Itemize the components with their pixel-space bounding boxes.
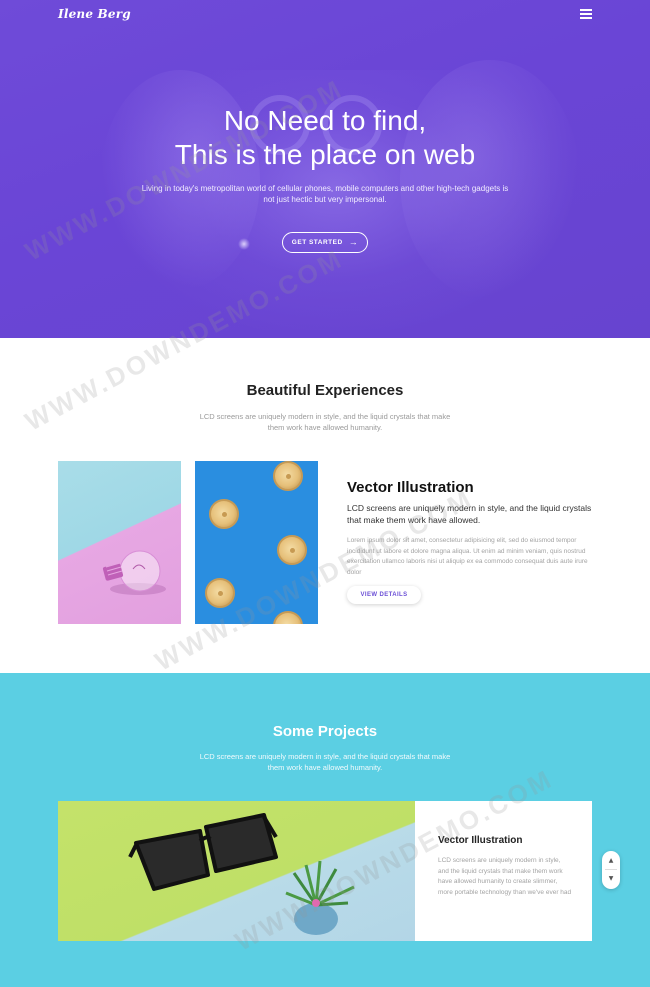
experiences-title: Beautiful Experiences (246, 382, 404, 399)
view-details-button[interactable]: VIEW DETAILS (347, 586, 421, 604)
feature-lead: LCD screens are uniquely modern in style… (347, 503, 592, 525)
chevron-down-icon[interactable]: ▼ (609, 876, 614, 882)
hero-subtitle: Living in today's metropolitan world of … (141, 184, 509, 204)
sunglasses-plant-image (58, 801, 415, 941)
hero-photo-hand-right (400, 60, 580, 300)
projects-description: LCD screens are uniquely modern in style… (199, 752, 451, 772)
arrow-right-icon: → (348, 237, 359, 247)
experiences-description: LCD screens are uniquely modern in style… (199, 412, 451, 432)
banana-slice (273, 461, 303, 491)
project-title: Vector Illustration (438, 835, 523, 846)
banana-slice (273, 611, 303, 624)
hero-photo-hand-left (100, 70, 260, 290)
feature-title: Vector Illustration (347, 479, 474, 496)
site-logo[interactable]: Ilene Berg (58, 7, 131, 21)
hero-section: Ilene Berg No Need to find, This is the … (0, 0, 650, 338)
hamburger-menu-icon[interactable] (580, 9, 592, 19)
lightbulb-image (58, 461, 181, 624)
scroll-control[interactable]: ▲ ▼ (602, 851, 620, 889)
projects-title: Some Projects (272, 723, 378, 740)
banana-slice (277, 535, 307, 565)
banana-slice (209, 499, 239, 529)
hero-title-line-1: No Need to find, (223, 105, 427, 136)
banana-slice (205, 578, 235, 608)
hero-title-line-2: This is the place on web (174, 139, 476, 170)
plant-icon (285, 860, 355, 935)
lightbulb-icon (102, 550, 166, 595)
feature-body: Lorem ipsum dolor sit amet, consectetur … (347, 537, 588, 576)
get-started-button[interactable]: GET STARTED → (282, 232, 368, 253)
chevron-up-icon[interactable]: ▲ (609, 857, 614, 864)
sunglasses-icon (128, 813, 355, 935)
banana-slices-image (195, 461, 318, 624)
scroll-divider (605, 869, 617, 871)
hero-title: No Need to find, This is the place on we… (0, 104, 650, 172)
get-started-label: GET STARTED (291, 239, 343, 246)
project-body: LCD screens are uniquely modern in style… (438, 857, 572, 896)
hero-photo-light (238, 238, 250, 250)
